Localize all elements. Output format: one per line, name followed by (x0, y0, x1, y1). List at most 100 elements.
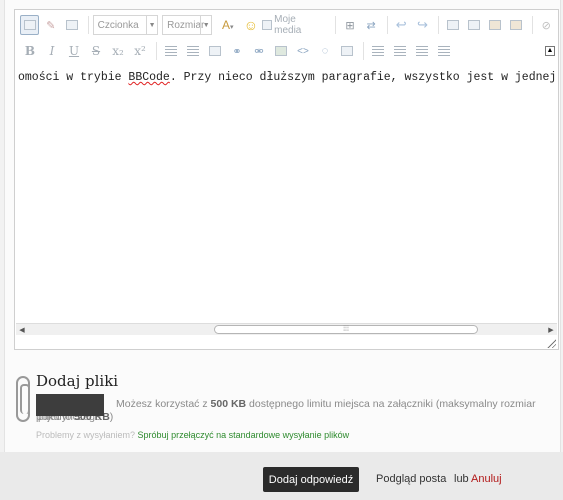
editor-toolbar-bottom: B I U S x₂ x² ⚭ ⚮ <> ◌ (20, 39, 456, 63)
chevron-down-icon: ▼ (200, 16, 211, 34)
redo-icon: ↪ (416, 17, 428, 32)
info-prefix: Możesz korzystać z (116, 398, 211, 410)
source-mode-button[interactable] (20, 15, 40, 35)
my-media-button[interactable]: Moje media (262, 14, 329, 36)
scroll-left-icon[interactable]: ◀ (17, 325, 27, 335)
copy-icon (446, 20, 459, 30)
undo-button[interactable]: ↩ (392, 15, 411, 35)
align-left-button[interactable] (368, 41, 388, 61)
toolbar-separator (386, 16, 388, 34)
superscript-button[interactable]: x² (130, 41, 150, 61)
chevron-down-icon: ▼ (146, 16, 157, 34)
paperclip-icon (16, 376, 30, 422)
quote-button[interactable] (205, 41, 225, 61)
align-left-icon (372, 46, 384, 56)
bold-button[interactable]: B (20, 41, 40, 61)
spellcheck-icon: ⊘ (541, 19, 551, 32)
eraser-icon: ✎ (46, 19, 56, 32)
replace-button[interactable]: ⇄ (362, 15, 381, 35)
toolbar-separator (156, 42, 157, 60)
paste-text-button[interactable] (507, 15, 526, 35)
font-select-value: Czcionka (97, 19, 139, 31)
smiley-icon: ☺ (243, 17, 259, 33)
reply-panel: ✎ Czcionka ▼ Rozmiar ▼ A▾ ☺ Moje media ⊞… (4, 0, 561, 452)
copy-button[interactable] (443, 15, 462, 35)
align-right-button[interactable] (412, 41, 432, 61)
italic-icon: I (49, 44, 55, 58)
my-media-label: Moje media (274, 14, 302, 36)
image-button[interactable] (271, 41, 291, 61)
align-center-button[interactable] (390, 41, 410, 61)
collapse-toolbar-button[interactable]: ▲ (545, 46, 555, 56)
media-icon (262, 20, 273, 30)
image-icon (275, 46, 287, 56)
table-icon (341, 46, 353, 56)
source-icon (23, 20, 36, 30)
switch-uploader-link[interactable]: Spróbuj przełączyć na standardowe wysyła… (138, 430, 350, 440)
font-color-icon: A▾ (222, 18, 234, 32)
redo-button[interactable]: ↪ (413, 15, 432, 35)
cut-icon (467, 20, 480, 30)
link-button[interactable]: ⚭ (227, 41, 247, 61)
align-justify-button[interactable] (434, 41, 454, 61)
numbered-list-icon (187, 46, 199, 56)
font-select[interactable]: Czcionka ▼ (92, 15, 159, 35)
submit-reply-button[interactable]: Dodaj odpowiedź (263, 467, 359, 492)
unlink-button[interactable]: ⚮ (249, 41, 269, 61)
strikethrough-button[interactable]: S (86, 41, 106, 61)
subscript-icon: x₂ (112, 44, 124, 58)
undo-icon: ↩ (395, 17, 407, 32)
info-limit: 500 KB (210, 398, 247, 410)
message-text-after: . Przy nieco dłuższym paragrafie, wszyst… (169, 71, 557, 84)
toolbar-icon (66, 20, 79, 30)
toolbar-separator (335, 16, 337, 34)
attachments-info: Możesz korzystać z 500 KB dostępnego lim… (36, 398, 563, 424)
upload-files-button[interactable] (36, 394, 104, 416)
strikethrough-icon: S (91, 44, 101, 58)
preview-post-button[interactable]: Podgląd posta (376, 473, 446, 485)
underline-icon: U (68, 44, 80, 58)
paste-button[interactable] (485, 15, 504, 35)
comment-button[interactable]: ◌ (315, 41, 335, 61)
toolbar-separator (363, 42, 364, 60)
bullet-list-button[interactable] (161, 41, 181, 61)
size-select[interactable]: Rozmiar ▼ (162, 15, 213, 35)
message-textarea[interactable]: omości w trybie BBCode. Przy nieco dłużs… (16, 65, 557, 324)
text-color-button[interactable]: A▾ (216, 15, 239, 35)
emoticon-button[interactable]: ☺ (241, 15, 260, 35)
scroll-right-icon[interactable]: ▶ (546, 325, 556, 335)
code-icon: <> (297, 45, 309, 57)
size-select-value: Rozmiar (167, 19, 205, 31)
cancel-link[interactable]: Anuluj (471, 473, 502, 485)
scrollbar-thumb[interactable]: ⁞⁞⁞ (214, 325, 478, 334)
link-icon: ⚭ (232, 45, 242, 58)
speech-bubble-icon: ◌ (321, 45, 329, 57)
bold-icon: B (24, 44, 36, 58)
numbered-list-button[interactable] (183, 41, 203, 61)
superscript-icon: x² (134, 44, 146, 58)
find-button[interactable]: ⊞ (340, 15, 359, 35)
code-button[interactable]: <> (293, 41, 313, 61)
or-label: lub (454, 473, 469, 485)
subscript-button[interactable]: x₂ (108, 41, 128, 61)
quote-icon (209, 46, 221, 56)
form-footer: Dodaj odpowiedź Podgląd posta lub Anuluj (0, 452, 563, 500)
remove-format-button[interactable]: ✎ (41, 15, 60, 35)
underline-button[interactable]: U (64, 41, 84, 61)
bullet-list-icon (165, 46, 177, 56)
replace-icon: ⇄ (366, 19, 376, 32)
toolbar-separator (87, 16, 89, 34)
message-text-before: omości w trybie (18, 71, 129, 84)
horizontal-scrollbar[interactable]: ◀ ⁞⁞⁞ ▶ (16, 323, 557, 335)
paste-icon (488, 20, 501, 30)
table-button[interactable] (337, 41, 357, 61)
upload-help: Problemy z wysyłaniem? Spróbuj przełączy… (36, 430, 349, 440)
unlink-icon: ⚮ (254, 45, 264, 58)
resize-handle[interactable] (546, 338, 556, 348)
message-text: omości w trybie BBCode. Przy nieco dłużs… (18, 71, 557, 84)
toggle-toolbar-button[interactable] (62, 15, 81, 35)
italic-button[interactable]: I (42, 41, 62, 61)
spellcheck-button[interactable]: ⊘ (537, 15, 556, 35)
cut-button[interactable] (464, 15, 483, 35)
paste-text-icon (510, 20, 523, 30)
